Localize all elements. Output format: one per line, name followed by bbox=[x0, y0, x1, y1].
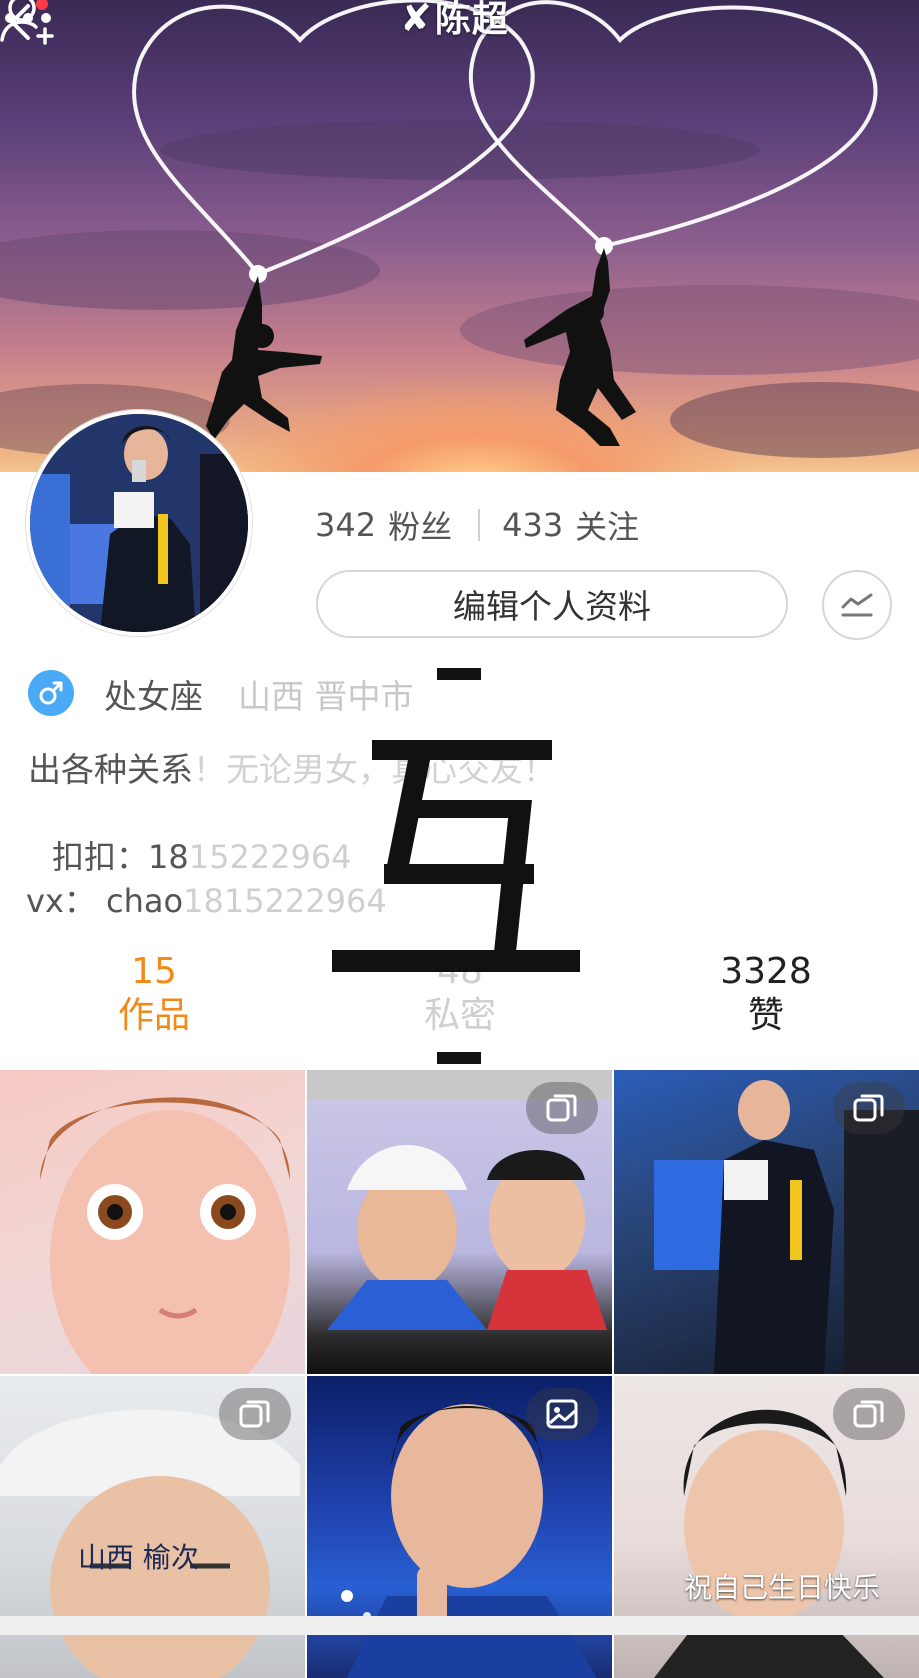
tab-likes-count: 3328 bbox=[720, 951, 812, 992]
work-tile[interactable] bbox=[614, 1070, 919, 1374]
overlay-dash-bottom bbox=[437, 1052, 481, 1064]
zodiac-label: 处女座 bbox=[104, 677, 203, 716]
tab-works-count: 15 bbox=[131, 951, 177, 992]
male-gender-icon bbox=[28, 670, 74, 716]
top-bar: ✘陈超 bbox=[0, 0, 919, 45]
following-label[interactable]: 关注 bbox=[575, 502, 639, 548]
bio-line-1-text: 出各种关系 bbox=[28, 750, 193, 789]
overlay-glyph-text: 互 bbox=[332, 740, 333, 741]
followers-label[interactable]: 粉丝 bbox=[388, 502, 452, 548]
tile-caption: 山西 榆次 bbox=[78, 1541, 199, 1574]
photo-badge bbox=[526, 1388, 598, 1440]
work-tile[interactable] bbox=[0, 1070, 305, 1374]
more-icon[interactable] bbox=[0, 0, 56, 30]
work-thumbnail bbox=[40, 1097, 290, 1374]
tab-works-label: 作品 bbox=[117, 995, 190, 1036]
multi-image-icon bbox=[239, 1400, 270, 1428]
cover-banner: ✘陈超 bbox=[0, 0, 919, 472]
tab-private-label: 私密 bbox=[423, 995, 496, 1036]
bio-line-2-faded: 15222964 bbox=[188, 838, 352, 876]
avatar-photo bbox=[30, 414, 248, 632]
multi-image-icon bbox=[853, 1094, 884, 1122]
tile-caption: 祝自己生日快乐 bbox=[684, 1571, 881, 1604]
cover-artwork bbox=[0, 0, 919, 458]
overlay-glyph: 互 bbox=[332, 740, 580, 972]
multi-image-badge bbox=[833, 1388, 905, 1440]
tab-likes[interactable]: 3328 赞 bbox=[696, 950, 836, 1038]
avatar[interactable] bbox=[26, 410, 252, 636]
multi-image-badge bbox=[219, 1388, 291, 1440]
follow-stats: 342 粉丝 433 关注 bbox=[315, 500, 639, 550]
overlay-dash-top bbox=[437, 668, 481, 680]
page-title: ✘陈超 bbox=[400, 0, 509, 42]
title-mark: ✘ bbox=[400, 0, 433, 40]
image-icon bbox=[546, 1399, 578, 1429]
bio-line-2-text: 扣扣：18 bbox=[52, 838, 189, 876]
multi-image-icon bbox=[853, 1400, 884, 1428]
edit-profile-button[interactable]: 编辑个人资料 bbox=[316, 570, 788, 638]
bio-line-3-text: vx： chao bbox=[26, 882, 184, 920]
location-label: 山西 晋中市 bbox=[238, 677, 414, 716]
following-count[interactable]: 433 bbox=[502, 506, 563, 544]
stat-divider bbox=[478, 509, 481, 541]
tab-works[interactable]: 15 作品 bbox=[84, 950, 224, 1038]
work-tile[interactable] bbox=[307, 1070, 612, 1374]
bottom-strip bbox=[0, 1616, 919, 1635]
multi-image-badge bbox=[833, 1082, 905, 1134]
trend-chart-icon bbox=[841, 593, 873, 617]
tab-likes-label: 赞 bbox=[747, 995, 784, 1036]
multi-image-badge bbox=[526, 1082, 598, 1134]
trend-button[interactable] bbox=[822, 570, 892, 640]
bio-line-2: 扣扣：1815222964 bbox=[52, 832, 352, 878]
followers-count[interactable]: 342 bbox=[315, 506, 376, 544]
title-text: 陈超 bbox=[434, 0, 509, 40]
multi-image-icon bbox=[546, 1094, 577, 1122]
